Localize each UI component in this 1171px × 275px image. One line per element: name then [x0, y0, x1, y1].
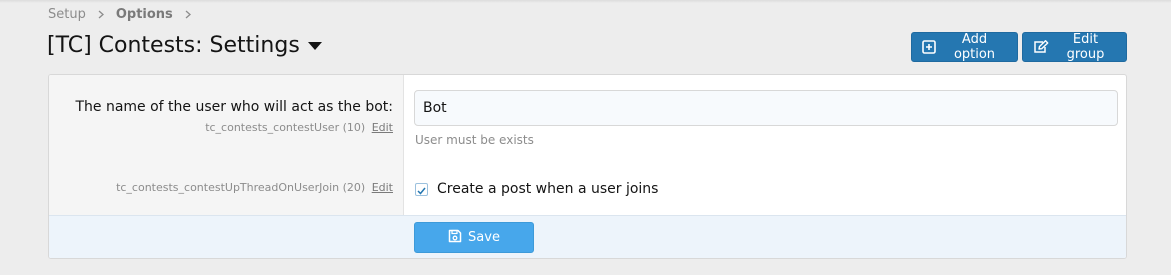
- caret-down-icon[interactable]: [307, 41, 322, 50]
- breadcrumb: Setup Options: [48, 7, 203, 22]
- bot-user-option-label: The name of the user who will act as the…: [75, 99, 393, 115]
- add-option-label: Add option: [953, 32, 996, 62]
- option-labels-column: The name of the user who will act as the…: [49, 75, 404, 215]
- option-id: tc_contests_contestUpThreadOnUserJoin (2…: [116, 181, 366, 194]
- breadcrumb-setup[interactable]: Setup: [48, 7, 86, 22]
- options-form: The name of the user who will act as the…: [48, 74, 1127, 259]
- form-submit-row: Save: [49, 215, 1126, 258]
- add-option-button[interactable]: Add option: [911, 32, 1018, 62]
- create-post-on-join-option[interactable]: Create a post when a user joins: [415, 181, 658, 197]
- save-label: Save: [468, 230, 500, 245]
- top-shadow: [0, 0, 1171, 3]
- bot-user-option-hint: tc_contests_contestUser (10) Edit: [205, 121, 393, 134]
- edit-option-link[interactable]: Edit: [372, 181, 393, 194]
- bot-user-explain: User must be exists: [415, 133, 534, 147]
- edit-group-label: Edit group: [1066, 32, 1105, 62]
- save-button[interactable]: Save: [414, 222, 534, 253]
- up-thread-option-hint: tc_contests_contestUpThreadOnUserJoin (2…: [116, 181, 393, 194]
- create-post-checkbox[interactable]: [415, 180, 428, 199]
- breadcrumb-options[interactable]: Options: [116, 7, 173, 22]
- create-post-checkbox-label: Create a post when a user joins: [437, 181, 659, 197]
- chevron-right-icon: [185, 10, 191, 19]
- bot-user-input[interactable]: [414, 90, 1118, 126]
- plus-square-icon: [922, 40, 936, 54]
- page-title-text: [TC] Contests: Settings: [47, 33, 300, 58]
- edit-option-link[interactable]: Edit: [372, 121, 393, 134]
- chevron-right-icon: [98, 10, 104, 19]
- edit-group-button[interactable]: Edit group: [1022, 32, 1127, 62]
- save-icon: [448, 229, 462, 247]
- edit-icon: [1033, 40, 1049, 54]
- check-icon: [417, 180, 426, 199]
- option-id: tc_contests_contestUser (10): [205, 121, 366, 134]
- page-title: [TC] Contests: Settings: [47, 33, 322, 58]
